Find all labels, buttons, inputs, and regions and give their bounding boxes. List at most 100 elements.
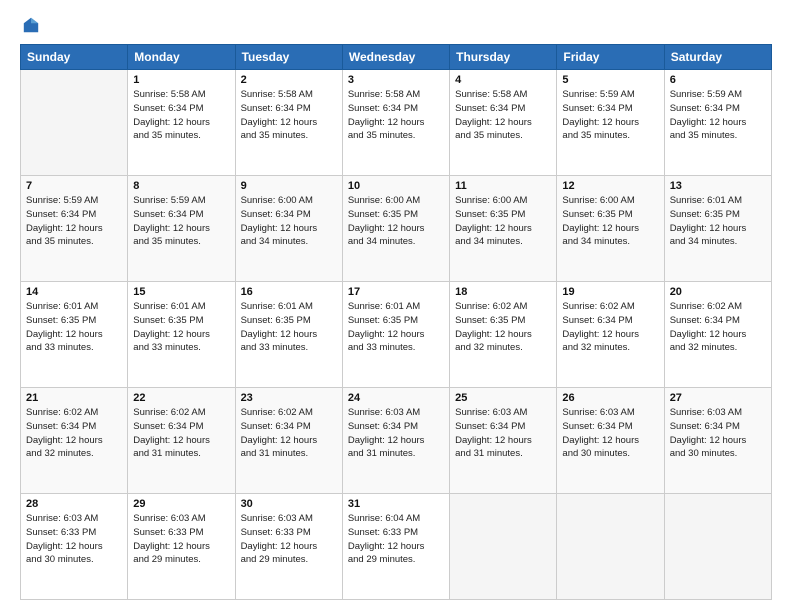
calendar-cell: 23 Sunrise: 6:02 AMSunset: 6:34 PMDayligh…	[235, 388, 342, 494]
day-info: Sunrise: 6:01 AMSunset: 6:35 PMDaylight:…	[26, 300, 122, 355]
day-info: Sunrise: 5:59 AMSunset: 6:34 PMDaylight:…	[26, 194, 122, 249]
day-number: 18	[455, 286, 551, 298]
day-number: 9	[241, 180, 337, 192]
calendar-cell: 13Sunrise: 6:01 AMSunset: 6:35 PMDayligh…	[664, 176, 771, 282]
logo-text	[20, 16, 40, 34]
calendar-cell: 4 Sunrise: 5:58 AMSunset: 6:34 PMDaylight…	[450, 70, 557, 176]
calendar-cell	[21, 70, 128, 176]
day-number: 2	[241, 74, 337, 86]
day-info: Sunrise: 5:58 AMSunset: 6:34 PMDaylight:…	[455, 88, 551, 143]
day-info: Sunrise: 6:03 AMSunset: 6:33 PMDaylight:…	[241, 512, 337, 567]
calendar-cell: 11 Sunrise: 6:00 AMSunset: 6:35 PMDayligh…	[450, 176, 557, 282]
calendar-cell: 29 Sunrise: 6:03 AMSunset: 6:33 PMDayligh…	[128, 494, 235, 600]
day-number: 1	[133, 74, 229, 86]
day-info: Sunrise: 5:59 AMSunset: 6:34 PMDaylight:…	[670, 88, 766, 143]
day-info: Sunrise: 6:00 AMSunset: 6:35 PMDaylight:…	[562, 194, 658, 249]
day-number: 6	[670, 74, 766, 86]
day-info: Sunrise: 5:59 AMSunset: 6:34 PMDaylight:…	[133, 194, 229, 249]
day-header-sunday: Sunday	[21, 45, 128, 70]
calendar-cell: 27 Sunrise: 6:03 AMSunset: 6:34 PMDayligh…	[664, 388, 771, 494]
calendar-cell: 25 Sunrise: 6:03 AMSunset: 6:34 PMDayligh…	[450, 388, 557, 494]
calendar-week-row: 21 Sunrise: 6:02 AMSunset: 6:34 PMDayligh…	[21, 388, 772, 494]
calendar-cell: 31Sunrise: 6:04 AMSunset: 6:33 PMDayligh…	[342, 494, 449, 600]
day-number: 3	[348, 74, 444, 86]
day-info: Sunrise: 6:03 AMSunset: 6:34 PMDaylight:…	[670, 406, 766, 461]
day-info: Sunrise: 6:03 AMSunset: 6:33 PMDaylight:…	[133, 512, 229, 567]
page: SundayMondayTuesdayWednesdayThursdayFrid…	[0, 0, 792, 612]
day-number: 5	[562, 74, 658, 86]
calendar-cell: 3 Sunrise: 5:58 AMSunset: 6:34 PMDaylight…	[342, 70, 449, 176]
day-header-tuesday: Tuesday	[235, 45, 342, 70]
day-info: Sunrise: 6:02 AMSunset: 6:34 PMDaylight:…	[670, 300, 766, 355]
day-number: 31	[348, 498, 444, 510]
day-header-saturday: Saturday	[664, 45, 771, 70]
calendar-cell: 9 Sunrise: 6:00 AMSunset: 6:34 PMDaylight…	[235, 176, 342, 282]
calendar-cell: 7 Sunrise: 5:59 AMSunset: 6:34 PMDaylight…	[21, 176, 128, 282]
calendar-cell: 1 Sunrise: 5:58 AMSunset: 6:34 PMDaylight…	[128, 70, 235, 176]
day-info: Sunrise: 5:58 AMSunset: 6:34 PMDaylight:…	[133, 88, 229, 143]
day-number: 11	[455, 180, 551, 192]
day-number: 15	[133, 286, 229, 298]
day-number: 7	[26, 180, 122, 192]
day-number: 20	[670, 286, 766, 298]
day-info: Sunrise: 6:01 AMSunset: 6:35 PMDaylight:…	[670, 194, 766, 249]
day-info: Sunrise: 6:00 AMSunset: 6:35 PMDaylight:…	[348, 194, 444, 249]
day-info: Sunrise: 6:02 AMSunset: 6:34 PMDaylight:…	[26, 406, 122, 461]
day-info: Sunrise: 6:00 AMSunset: 6:35 PMDaylight:…	[455, 194, 551, 249]
day-info: Sunrise: 6:02 AMSunset: 6:34 PMDaylight:…	[241, 406, 337, 461]
calendar-cell: 20 Sunrise: 6:02 AMSunset: 6:34 PMDayligh…	[664, 282, 771, 388]
logo	[20, 16, 40, 34]
day-number: 25	[455, 392, 551, 404]
calendar-cell: 16 Sunrise: 6:01 AMSunset: 6:35 PMDayligh…	[235, 282, 342, 388]
calendar-cell: 26Sunrise: 6:03 AMSunset: 6:34 PMDayligh…	[557, 388, 664, 494]
calendar-cell: 12Sunrise: 6:00 AMSunset: 6:35 PMDayligh…	[557, 176, 664, 282]
day-header-monday: Monday	[128, 45, 235, 70]
day-number: 22	[133, 392, 229, 404]
calendar-cell: 5 Sunrise: 5:59 AMSunset: 6:34 PMDaylight…	[557, 70, 664, 176]
calendar-header-row: SundayMondayTuesdayWednesdayThursdayFrid…	[21, 45, 772, 70]
day-number: 29	[133, 498, 229, 510]
calendar-cell: 19Sunrise: 6:02 AMSunset: 6:34 PMDayligh…	[557, 282, 664, 388]
day-number: 24	[348, 392, 444, 404]
day-info: Sunrise: 5:58 AMSunset: 6:34 PMDaylight:…	[348, 88, 444, 143]
logo-icon	[22, 16, 40, 34]
day-number: 4	[455, 74, 551, 86]
calendar-cell: 15 Sunrise: 6:01 AMSunset: 6:35 PMDayligh…	[128, 282, 235, 388]
day-header-thursday: Thursday	[450, 45, 557, 70]
day-header-friday: Friday	[557, 45, 664, 70]
day-info: Sunrise: 6:00 AMSunset: 6:34 PMDaylight:…	[241, 194, 337, 249]
day-number: 10	[348, 180, 444, 192]
calendar-cell: 18Sunrise: 6:02 AMSunset: 6:35 PMDayligh…	[450, 282, 557, 388]
day-info: Sunrise: 6:03 AMSunset: 6:34 PMDaylight:…	[562, 406, 658, 461]
day-number: 27	[670, 392, 766, 404]
calendar-cell	[664, 494, 771, 600]
day-info: Sunrise: 5:58 AMSunset: 6:34 PMDaylight:…	[241, 88, 337, 143]
day-number: 30	[241, 498, 337, 510]
calendar-table: SundayMondayTuesdayWednesdayThursdayFrid…	[20, 44, 772, 600]
day-number: 16	[241, 286, 337, 298]
day-info: Sunrise: 6:03 AMSunset: 6:34 PMDaylight:…	[455, 406, 551, 461]
day-info: Sunrise: 6:03 AMSunset: 6:34 PMDaylight:…	[348, 406, 444, 461]
day-number: 28	[26, 498, 122, 510]
calendar-cell: 6 Sunrise: 5:59 AMSunset: 6:34 PMDaylight…	[664, 70, 771, 176]
calendar-cell: 28 Sunrise: 6:03 AMSunset: 6:33 PMDayligh…	[21, 494, 128, 600]
day-info: Sunrise: 6:03 AMSunset: 6:33 PMDaylight:…	[26, 512, 122, 567]
calendar-week-row: 14Sunrise: 6:01 AMSunset: 6:35 PMDayligh…	[21, 282, 772, 388]
day-header-wednesday: Wednesday	[342, 45, 449, 70]
calendar-week-row: 1 Sunrise: 5:58 AMSunset: 6:34 PMDaylight…	[21, 70, 772, 176]
calendar-cell: 17Sunrise: 6:01 AMSunset: 6:35 PMDayligh…	[342, 282, 449, 388]
calendar-cell: 22Sunrise: 6:02 AMSunset: 6:34 PMDayligh…	[128, 388, 235, 494]
header	[20, 16, 772, 34]
day-number: 8	[133, 180, 229, 192]
calendar-cell	[557, 494, 664, 600]
day-number: 23	[241, 392, 337, 404]
calendar-cell: 21 Sunrise: 6:02 AMSunset: 6:34 PMDayligh…	[21, 388, 128, 494]
day-info: Sunrise: 5:59 AMSunset: 6:34 PMDaylight:…	[562, 88, 658, 143]
day-info: Sunrise: 6:01 AMSunset: 6:35 PMDaylight:…	[133, 300, 229, 355]
day-info: Sunrise: 6:01 AMSunset: 6:35 PMDaylight:…	[241, 300, 337, 355]
day-info: Sunrise: 6:02 AMSunset: 6:34 PMDaylight:…	[562, 300, 658, 355]
calendar-week-row: 28 Sunrise: 6:03 AMSunset: 6:33 PMDayligh…	[21, 494, 772, 600]
day-info: Sunrise: 6:01 AMSunset: 6:35 PMDaylight:…	[348, 300, 444, 355]
day-number: 21	[26, 392, 122, 404]
calendar-cell: 24 Sunrise: 6:03 AMSunset: 6:34 PMDayligh…	[342, 388, 449, 494]
